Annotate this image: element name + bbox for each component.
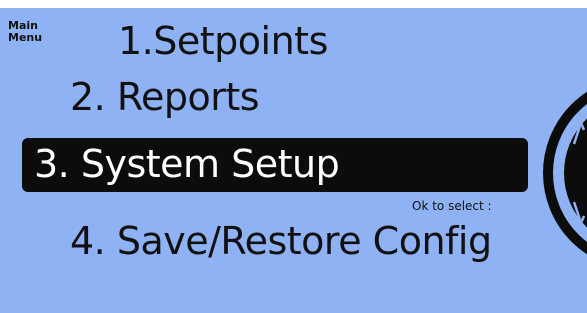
menu-item-setpoints[interactable]: 1.Setpoints: [118, 20, 328, 62]
menu-item-save-restore-config[interactable]: 4. Save/Restore Config: [70, 220, 492, 262]
ok-to-select-hint: Ok to select :: [412, 199, 492, 213]
rotary-knob-icon[interactable]: [540, 78, 587, 268]
main-menu-label: Main Menu: [8, 20, 42, 44]
main-menu-label-line2: Menu: [8, 31, 43, 44]
rotary-knob-graphic: [543, 91, 587, 255]
lcd-screen: Main Menu 1.Setpoints 2. Reports 3. Syst…: [0, 0, 587, 313]
menu-item-system-setup-selected[interactable]: 3. System Setup: [22, 138, 528, 192]
menu-item-system-setup-label: 3. System Setup: [34, 142, 340, 186]
menu-item-reports[interactable]: 2. Reports: [70, 76, 260, 118]
top-border: [0, 0, 587, 8]
